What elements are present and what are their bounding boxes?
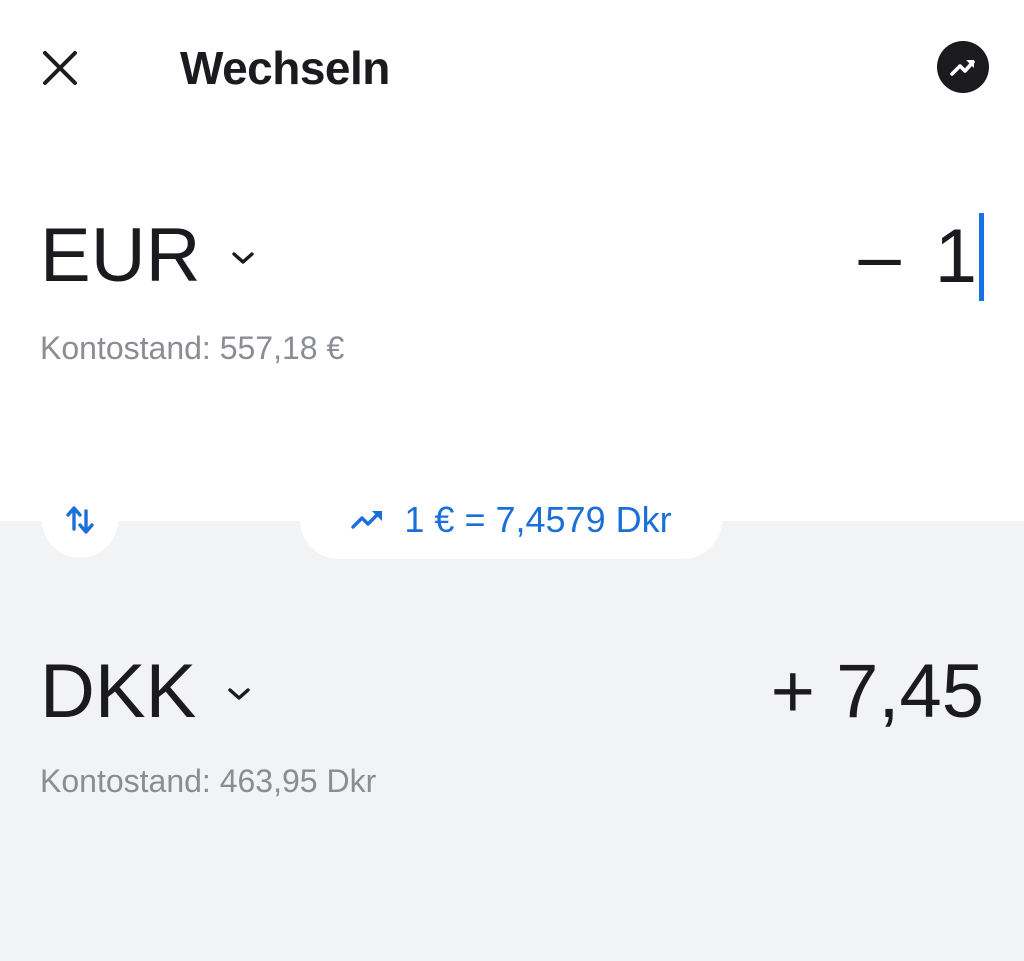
exchange-rate-pill[interactable]: 1 € = 7,4579 Dkr (300, 481, 722, 559)
from-currency-code: EUR (40, 213, 201, 298)
from-amount-sign: – (858, 214, 901, 299)
from-amount-input[interactable]: – 1 (858, 213, 984, 301)
to-currency-section (0, 521, 1024, 961)
to-balance: Kontostand: 463,95 Dkr (40, 763, 377, 799)
trending-up-icon (350, 508, 386, 532)
rate-chart-button[interactable] (937, 41, 989, 93)
to-currency-code: DKK (40, 649, 197, 734)
text-caret (979, 213, 984, 301)
from-amount-value: 1 (934, 214, 977, 299)
trending-up-icon (948, 52, 978, 82)
close-button[interactable] (30, 38, 90, 98)
close-icon (42, 50, 78, 86)
from-currency-selector[interactable]: EUR (40, 218, 256, 294)
swap-currencies-button[interactable] (42, 482, 118, 558)
exchange-rate-text: 1 € = 7,4579 Dkr (404, 499, 672, 540)
from-balance: Kontostand: 557,18 € (40, 330, 345, 366)
to-currency-selector[interactable]: DKK (40, 654, 252, 730)
chevron-down-icon (226, 685, 252, 703)
chevron-down-icon (230, 249, 256, 267)
page-title: Wechseln (180, 42, 390, 94)
swap-vertical-icon (63, 503, 97, 537)
to-amount: + 7,45 (770, 649, 984, 734)
